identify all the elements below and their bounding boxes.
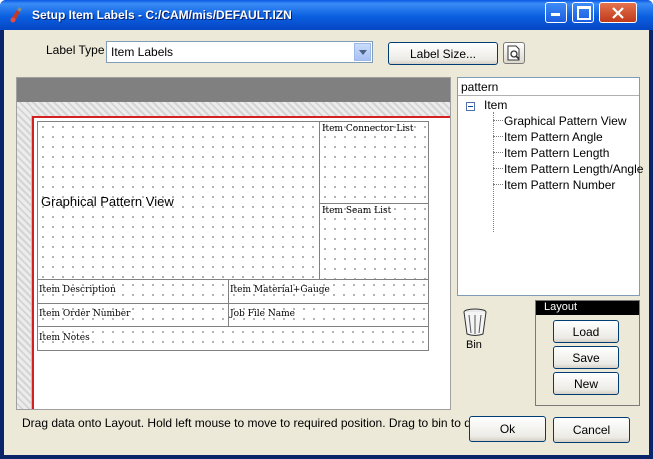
item-connector-list-field[interactable]: Item Connector List [319,121,429,204]
item-description-label: Item Description [39,285,116,295]
minimize-icon [551,13,560,16]
cancel-button-label: Cancel [572,423,611,437]
dialog-client: Label Type Item Labels Label Size... Gra… [4,30,649,455]
load-button[interactable]: Load [553,320,619,343]
tree-item-pattern-length-angle[interactable]: Item Pattern Length/Angle [504,162,643,176]
layout-group: Layout Load Save New [535,300,640,406]
ok-button[interactable]: Ok [469,416,546,442]
layout-group-title: Layout [544,301,578,313]
maximize-icon [577,6,591,20]
tree-connector-line [493,120,503,121]
chevron-down-icon [359,50,367,55]
job-file-name-field[interactable]: Job File Name [228,303,429,327]
job-file-name-label: Job File Name [230,309,295,319]
ruler-bar [17,78,450,102]
close-icon [612,7,624,19]
graphical-pattern-view-field[interactable]: Graphical Pattern View [37,121,320,280]
new-button-label: New [573,377,598,391]
tree-connector-line [493,152,503,153]
tree-item-pattern-length[interactable]: Item Pattern Length [504,146,609,160]
item-order-number-label: Item Order Number [39,309,131,319]
tree-root-item[interactable]: Item [484,98,507,112]
item-seam-list-field[interactable]: Item Seam List [319,203,429,280]
print-preview-button[interactable] [503,42,525,64]
item-notes-label: Item Notes [39,333,90,343]
label-size-button[interactable]: Label Size... [388,42,498,65]
label-type-value: Item Labels [111,45,174,59]
cancel-button[interactable]: Cancel [553,417,630,443]
tree-filter[interactable]: pattern [458,78,639,96]
tree-connector-line [493,168,503,169]
dropdown-button[interactable] [354,43,371,61]
item-connector-list-label: Item Connector List [322,124,414,134]
item-description-field[interactable]: Item Description [37,279,229,304]
label-size-button-label: Label Size... [409,47,477,61]
ok-button-label: Ok [499,422,516,436]
app-icon [10,7,22,23]
save-button-label: Save [572,351,600,365]
dialog-window: Setup Item Labels - C:/CAM/mis/DEFAULT.I… [0,0,653,459]
maximize-button[interactable] [572,2,594,23]
load-button-label: Load [572,325,600,339]
top-margin-hatch [17,102,450,116]
status-hint: Drag data onto Layout. Hold left mouse t… [22,416,501,430]
collapse-icon[interactable] [466,102,475,111]
label-type-label: Label Type [46,43,105,57]
item-order-number-field[interactable]: Item Order Number [37,303,229,327]
tree-item-pattern-number[interactable]: Item Pattern Number [504,178,615,192]
field-tree[interactable]: pattern Item Graphical Pattern View Item… [457,77,643,296]
item-seam-list-label: Item Seam List [322,206,392,216]
tree-item-graphical-pattern-view[interactable]: Graphical Pattern View [504,114,627,128]
layout-group-header: Layout [536,301,639,315]
new-button[interactable]: New [553,372,619,395]
tree-item-pattern-angle[interactable]: Item Pattern Angle [504,130,603,144]
item-notes-field[interactable]: Item Notes [37,326,429,351]
tree-connector-line [493,136,503,137]
bin-icon[interactable] [460,307,490,337]
tree-filter-text: pattern [461,80,499,94]
left-margin-hatch [17,102,31,409]
item-material-gauge-field[interactable]: Item Material+Gauge [228,279,429,304]
graphical-pattern-view-label: Graphical Pattern View [41,194,174,209]
item-material-gauge-label: Item Material+Gauge [230,285,330,295]
bin-label: Bin [466,339,482,351]
minimize-button[interactable] [545,2,567,23]
layout-canvas[interactable]: Graphical Pattern View Item Connector Li… [16,77,451,410]
tree-connector-line [493,184,503,185]
save-button[interactable]: Save [553,346,619,369]
tree-connector-line [493,112,494,232]
title-bar[interactable]: Setup Item Labels - C:/CAM/mis/DEFAULT.I… [0,0,653,30]
close-button[interactable] [599,2,637,23]
window-title: Setup Item Labels - C:/CAM/mis/DEFAULT.I… [32,8,292,22]
label-type-select[interactable]: Item Labels [106,41,373,63]
label-area[interactable]: Graphical Pattern View Item Connector Li… [32,116,450,409]
print-preview-icon [507,45,520,61]
